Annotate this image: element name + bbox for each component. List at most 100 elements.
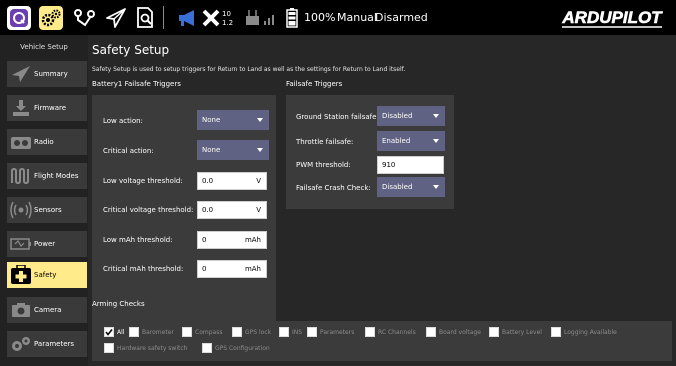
radio-icon — [7, 129, 34, 155]
arming-check-barometer[interactable]: Barometer — [129, 327, 174, 337]
sidebar-item-label: Flight Modes — [34, 172, 79, 180]
page-title: Safety Setup — [92, 43, 170, 57]
rc-rssi-button[interactable] — [243, 3, 279, 32]
critical-mah-field[interactable]: 0 mAh — [197, 260, 267, 278]
critical-action-dropdown[interactable]: None — [197, 140, 269, 160]
chevron-down-icon — [433, 185, 439, 189]
fly-view-button[interactable] — [101, 3, 130, 32]
arming-check-label: GPS Configuration — [215, 344, 270, 352]
checkbox[interactable] — [202, 343, 212, 353]
battery-status-button[interactable] — [283, 3, 301, 32]
analyze-view-button[interactable] — [131, 3, 160, 32]
checkmark-icon — [105, 329, 113, 336]
gps-satellite-count: 10 — [222, 10, 231, 18]
gps-status-button[interactable] — [199, 3, 223, 32]
gears-icon — [7, 331, 34, 357]
sidebar-item-power[interactable]: Power — [7, 231, 87, 257]
sidebar-item-summary[interactable]: Summary — [7, 61, 87, 87]
document-magnifier-icon — [136, 6, 153, 28]
crash-check-dropdown[interactable]: Disabled — [377, 177, 445, 197]
checkbox[interactable] — [129, 327, 139, 337]
arming-check-label: Hardware safety switch — [117, 344, 188, 352]
sidebar-item-flight-modes[interactable]: Flight Modes — [7, 163, 87, 189]
sidebar-item-label: Radio — [34, 138, 54, 146]
arming-check-compass[interactable]: Compass — [182, 327, 222, 337]
arming-check-label: GPS lock — [245, 328, 272, 336]
critical-voltage-field[interactable]: 0.0 V — [197, 201, 267, 219]
arming-check-battery-level[interactable]: Battery Level — [489, 327, 542, 337]
chevron-down-icon — [433, 139, 439, 143]
critical-mah-value: 0 — [202, 265, 207, 273]
throttle-failsafe-label: Throttle failsafe: — [296, 138, 354, 146]
critical-voltage-value: 0.0 — [202, 206, 214, 214]
sidebar-item-firmware[interactable]: Firmware — [7, 95, 87, 121]
checkbox[interactable] — [307, 327, 317, 337]
throttle-failsafe-value: Enabled — [382, 137, 411, 145]
checkbox[interactable] — [426, 327, 436, 337]
flight-mode-selector[interactable]: Manual — [337, 0, 377, 35]
paper-plane-icon — [7, 61, 34, 87]
checkbox[interactable] — [182, 327, 192, 337]
arming-check-gps-configuration[interactable]: GPS Configuration — [202, 343, 270, 353]
gcs-failsafe-dropdown[interactable]: Disabled — [377, 106, 445, 126]
sidebar-item-label: Parameters — [34, 340, 75, 348]
gcs-failsafe-value: Disabled — [382, 112, 413, 120]
checkbox[interactable] — [365, 327, 375, 337]
arming-check-board-voltage[interactable]: Board voltage — [426, 327, 481, 337]
arming-check-gps-lock[interactable]: GPS lock — [232, 327, 271, 337]
checkbox[interactable] — [232, 327, 242, 337]
gps-hdop: 1.2 — [222, 19, 234, 27]
sidebar-item-camera[interactable]: Camera — [7, 297, 87, 323]
low-mah-unit: mAh — [244, 236, 261, 244]
arming-check-logging-available[interactable]: Logging Available — [551, 327, 617, 337]
chevron-down-icon — [257, 148, 263, 152]
arming-check-hardware-safety-switch[interactable]: Hardware safety switch — [104, 343, 187, 353]
checkbox[interactable] — [489, 327, 499, 337]
arming-check-rc-channels[interactable]: RC Channels — [365, 327, 416, 337]
arming-check-parameters[interactable]: Parameters — [307, 327, 354, 337]
sidebar-item-parameters[interactable]: Parameters — [7, 331, 87, 357]
pwm-threshold-label: PWM threshold: — [296, 161, 351, 169]
rc-transmitter-signal-icon — [246, 9, 274, 25]
plan-view-button[interactable] — [70, 3, 99, 32]
sidebar-item-safety[interactable]: Safety — [7, 262, 87, 288]
low-mah-label: Low mAh threshold: — [103, 236, 173, 244]
battery-failsafe-panel: Low action: None Critical action: None L… — [92, 95, 276, 321]
home-button[interactable] — [4, 3, 33, 32]
checkbox[interactable] — [551, 327, 561, 337]
flight-modes-wave-icon — [7, 163, 34, 189]
low-mah-field[interactable]: 0 mAh — [197, 231, 267, 249]
pwm-threshold-field[interactable]: 910 — [377, 156, 444, 174]
arming-check-label: RC Channels — [378, 328, 416, 336]
arming-check-label: INS — [292, 328, 303, 336]
arm-status[interactable]: Disarmed — [375, 0, 428, 35]
low-action-dropdown[interactable]: None — [197, 110, 269, 130]
sidebar-item-radio[interactable]: Radio — [7, 129, 87, 155]
arming-check-label: All — [117, 328, 125, 336]
crash-check-label: Failsafe Crash Check: — [296, 184, 371, 192]
arming-check-ins[interactable]: INS — [279, 327, 302, 337]
main-toolbar: 10 1.2 100% Manual Disarmed ARDUPILOT — [0, 0, 676, 35]
vehicle-setup-button[interactable] — [36, 3, 65, 32]
page-description: Safety Setup is used to setup triggers f… — [92, 66, 406, 73]
waypoint-route-icon — [73, 8, 95, 26]
messages-button[interactable] — [173, 3, 202, 32]
checkbox[interactable] — [104, 343, 114, 353]
chevron-down-icon — [257, 118, 263, 122]
sidebar-item-sensors[interactable]: Sensors — [7, 197, 87, 223]
checkbox[interactable] — [104, 327, 114, 337]
arming-check-all[interactable]: All — [104, 327, 124, 337]
power-battery-icon — [7, 231, 34, 257]
arming-checks-title: Arming Checks — [92, 300, 145, 308]
vehicle-setup-sidebar: Vehicle Setup Summary Firmware Radio Fli… — [0, 35, 88, 366]
throttle-failsafe-dropdown[interactable]: Enabled — [377, 131, 445, 151]
medical-cross-icon — [7, 262, 34, 288]
satellite-crossed-icon — [202, 9, 220, 26]
checkbox[interactable] — [279, 327, 289, 337]
sidebar-item-label: Sensors — [34, 206, 62, 214]
arming-check-label: Parameters — [320, 328, 355, 336]
toolbar-separator — [163, 6, 164, 29]
sidebar-title: Vehicle Setup — [20, 43, 68, 51]
sidebar-item-label: Power — [34, 240, 56, 248]
low-voltage-field[interactable]: 0.0 V — [197, 172, 267, 190]
